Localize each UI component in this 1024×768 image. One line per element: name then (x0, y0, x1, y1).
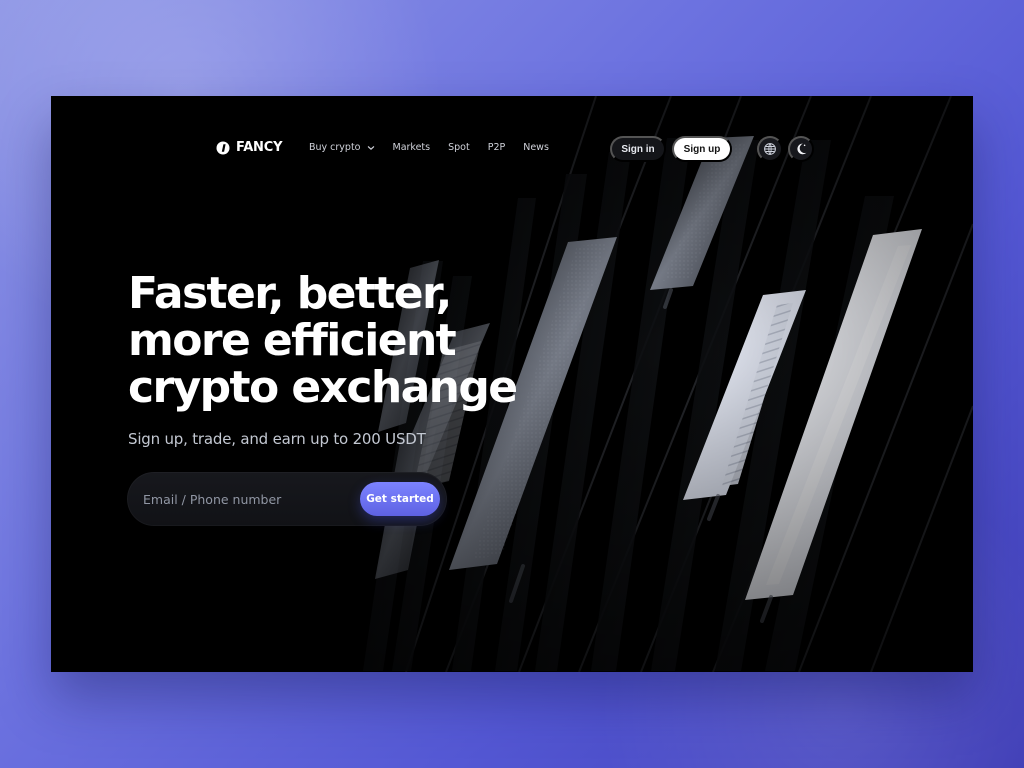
hero-title-line-3: crypto exchange (128, 362, 518, 413)
logo-mark-icon (216, 141, 230, 155)
nav-news-label: News (523, 142, 549, 153)
sign-in-button[interactable]: Sign in (610, 136, 666, 162)
hero-title-line-2: more efficient (128, 315, 457, 366)
hero-subtitle: Sign up, trade, and earn up to 200 USDT (128, 430, 426, 448)
nav-markets[interactable]: Markets (393, 142, 431, 153)
hero-content: FANCY Buy crypto Markets Spot P2P News S… (51, 96, 973, 672)
nav-spot[interactable]: Spot (448, 142, 470, 153)
nav-markets-label: Markets (392, 142, 431, 153)
nav-spot-label: Spot (448, 142, 470, 153)
nav-buy-crypto[interactable]: Buy crypto (309, 142, 375, 153)
email-phone-input[interactable] (143, 472, 348, 526)
globe-icon (763, 142, 777, 156)
brand-name: FANCY (236, 140, 283, 155)
hero-title-line-1: Faster, better, (128, 268, 452, 319)
nav-p2p[interactable]: P2P (488, 142, 506, 153)
browser-frame: FANCY Buy crypto Markets Spot P2P News S… (51, 96, 973, 672)
moon-icon (794, 142, 808, 156)
nav-buy-crypto-label: Buy crypto (309, 142, 361, 153)
sign-up-button[interactable]: Sign up (672, 136, 732, 162)
hero-title: Faster, better, more efficient crypto ex… (128, 270, 538, 411)
language-button[interactable] (757, 136, 783, 162)
brand-logo[interactable]: FANCY (216, 140, 282, 155)
get-started-button[interactable]: Get started (360, 482, 440, 516)
nav-news[interactable]: News (523, 142, 549, 153)
main-navigation: Buy crypto Markets Spot P2P News (309, 142, 549, 153)
chevron-down-icon (367, 144, 375, 152)
nav-p2p-label: P2P (487, 142, 506, 153)
signup-form: Get started (127, 472, 447, 526)
theme-toggle-button[interactable] (788, 136, 814, 162)
